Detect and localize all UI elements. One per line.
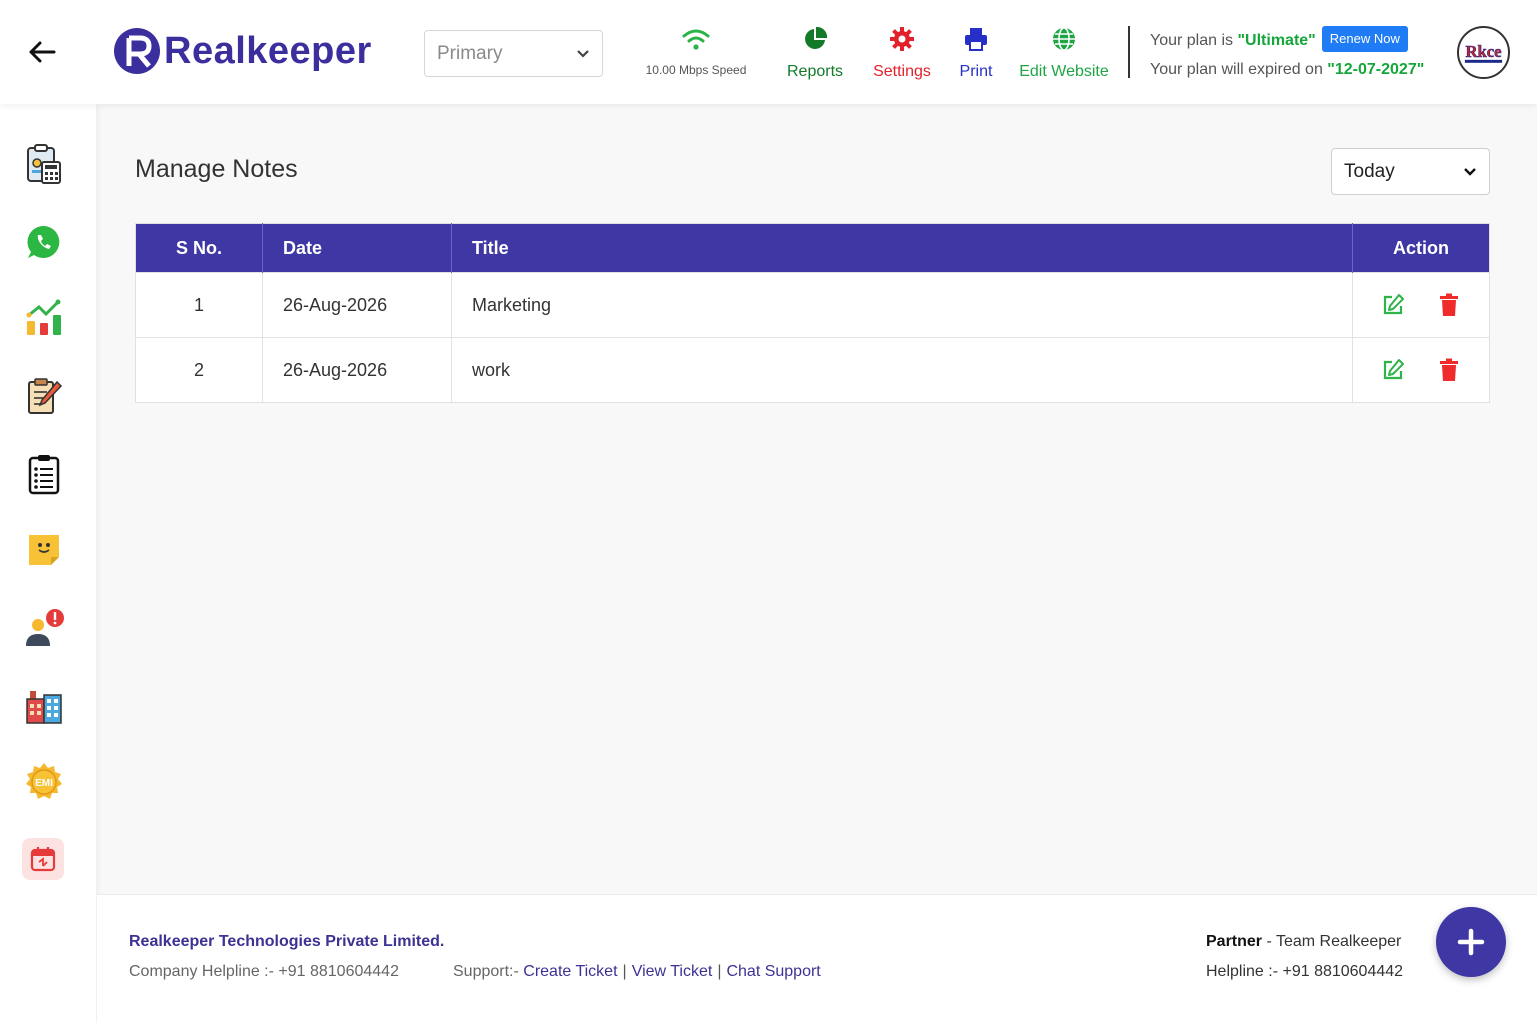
- support-label: Support:-: [453, 963, 524, 980]
- print-link[interactable]: Print: [954, 26, 998, 81]
- edit-icon[interactable]: [1380, 357, 1406, 383]
- realkeeper-logo-icon: [114, 28, 160, 74]
- avatar[interactable]: Rkce: [1457, 26, 1510, 79]
- speed-text: 10.00 Mbps Speed: [645, 63, 747, 77]
- cell-title: Marketing: [451, 272, 1353, 338]
- cell-actions: [1352, 272, 1490, 338]
- plus-icon: [1457, 928, 1485, 956]
- gear-icon: [890, 27, 914, 51]
- sticky-note-icon[interactable]: [22, 528, 66, 572]
- analytics-icon[interactable]: [22, 296, 66, 340]
- user-alert-icon[interactable]: [22, 606, 66, 650]
- cell-date: 26-Aug-2026: [262, 272, 452, 338]
- printer-icon: [965, 28, 987, 51]
- branch-select-value: Primary: [437, 42, 503, 64]
- footer-partner: Partner - Team Realkeeper: [1206, 933, 1401, 951]
- settings-link[interactable]: Settings: [868, 26, 936, 81]
- partner-label: Partner: [1206, 933, 1263, 950]
- page-title: Manage Notes: [135, 155, 298, 183]
- billing-icon[interactable]: [22, 142, 66, 186]
- calendar-icon[interactable]: [22, 838, 64, 880]
- brand-name: Realkeeper: [164, 29, 372, 72]
- view-ticket-link[interactable]: View Ticket: [632, 963, 713, 980]
- expiry-line: Your plan will expired on "12-07-2027": [1150, 55, 1424, 84]
- footer-company-name: Realkeeper Technologies Private Limited.: [129, 933, 445, 950]
- trash-icon[interactable]: [1436, 357, 1462, 383]
- reports-label: Reports: [786, 63, 844, 80]
- date-filter-value: Today: [1344, 160, 1395, 182]
- branch-select[interactable]: Primary: [424, 30, 603, 77]
- print-label: Print: [959, 63, 993, 80]
- date-filter-select[interactable]: Today: [1331, 148, 1490, 195]
- edit-website-link[interactable]: Edit Website: [1014, 26, 1114, 81]
- footer-company-helpline: Company Helpline :- +91 8810604442: [129, 963, 399, 980]
- cell-date: 26-Aug-2026: [262, 337, 452, 403]
- footer-support: Support:- Create Ticket | View Ticket | Chat…: [453, 963, 821, 981]
- chevron-down-icon: [1464, 167, 1476, 176]
- top-header: Realkeeper Primary 10.00 Mbps Speed Repo…: [0, 0, 1537, 104]
- company-logo-icon: Rkce: [1464, 41, 1503, 63]
- header-action: Action: [1352, 223, 1490, 273]
- edit-website-label: Edit Website: [1019, 63, 1109, 80]
- expiry-date: "12-07-2027": [1327, 61, 1425, 78]
- whatsapp-icon[interactable]: [22, 220, 66, 264]
- checklist-icon[interactable]: [22, 452, 66, 496]
- wifi-icon: [682, 29, 710, 50]
- edit-icon[interactable]: [1380, 292, 1406, 318]
- notes-edit-icon[interactable]: [22, 374, 66, 418]
- footer-partner-helpline: Helpline :- +91 8810604442: [1206, 963, 1404, 980]
- header-title: Title: [451, 223, 1353, 273]
- partner-value: - Team Realkeeper: [1262, 933, 1402, 950]
- settings-label: Settings: [873, 63, 931, 80]
- company-icon[interactable]: [22, 684, 66, 728]
- emi-icon[interactable]: EMI: [22, 760, 66, 804]
- plan-name: "Ultimate": [1237, 32, 1316, 49]
- cell-title: work: [451, 337, 1353, 403]
- expiry-prefix: Your plan will expired on: [1150, 61, 1328, 78]
- cell-sno: 2: [135, 337, 263, 403]
- plan-line: Your plan is "Ultimate" Renew Now: [1150, 26, 1424, 55]
- renew-now-button[interactable]: Renew Now: [1321, 26, 1408, 52]
- header-sno: S No.: [135, 223, 263, 273]
- table-row: 1 26-Aug-2026 Marketing: [135, 272, 1490, 338]
- chat-support-link[interactable]: Chat Support: [726, 963, 820, 980]
- cell-sno: 1: [135, 272, 263, 338]
- footer: Realkeeper Technologies Private Limited.…: [97, 894, 1537, 1023]
- header-date: Date: [262, 223, 452, 273]
- table-row: 2 26-Aug-2026 work: [135, 337, 1490, 403]
- support-separator: |: [622, 963, 627, 980]
- sidebar: EMI: [0, 104, 96, 1023]
- table-header-row: S No. Date Title Action: [135, 223, 1490, 273]
- header-divider: [1128, 26, 1130, 78]
- brand-logo[interactable]: Realkeeper: [112, 26, 372, 76]
- plan-prefix: Your plan is: [1150, 32, 1238, 49]
- pie-chart-icon: [805, 26, 828, 49]
- reports-link[interactable]: Reports: [783, 26, 847, 81]
- svg-text:Rkce: Rkce: [1465, 41, 1501, 60]
- add-note-button[interactable]: [1436, 907, 1506, 977]
- network-speed: 10.00 Mbps Speed: [640, 28, 752, 77]
- globe-icon: [1053, 27, 1075, 51]
- notes-table: S No. Date Title Action 1 26-Aug-2026 Ma…: [135, 223, 1490, 403]
- cell-actions: [1352, 337, 1490, 403]
- back-arrow-icon[interactable]: [26, 36, 58, 68]
- trash-icon[interactable]: [1436, 292, 1462, 318]
- create-ticket-link[interactable]: Create Ticket: [523, 963, 617, 980]
- chevron-down-icon: [577, 49, 589, 58]
- support-separator: |: [717, 963, 722, 980]
- svg-text:EMI: EMI: [35, 778, 53, 789]
- plan-info: Your plan is "Ultimate" Renew Now Your pl…: [1150, 26, 1424, 84]
